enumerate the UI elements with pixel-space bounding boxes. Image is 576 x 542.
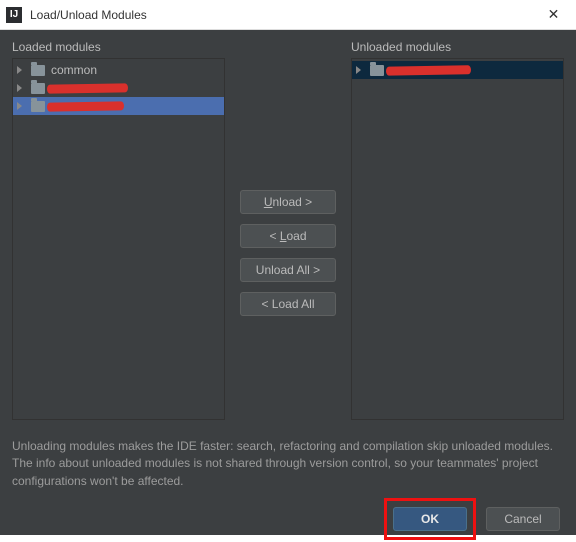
- folder-icon: [31, 101, 45, 112]
- unloaded-tree: singer-service: [352, 59, 563, 81]
- window-title: Load/Unload Modules: [30, 8, 147, 22]
- tree-item[interactable]: pacific-apple: [13, 97, 224, 115]
- tree-item[interactable]: common: [13, 61, 224, 79]
- folder-icon: [31, 83, 45, 94]
- cancel-button[interactable]: Cancel: [486, 507, 560, 531]
- unload-all-button[interactable]: Unload All >: [240, 258, 336, 282]
- dialog-footer: OK Cancel: [12, 490, 564, 542]
- module-name-redacted: singer-service: [390, 64, 465, 76]
- tree-item[interactable]: common-wxx: [13, 79, 224, 97]
- description-text: Unloading modules makes the IDE faster: …: [12, 438, 564, 490]
- unloaded-label: Unloaded modules: [351, 40, 564, 54]
- loaded-panel[interactable]: common common-wxx pacific-apple: [12, 58, 225, 420]
- unloaded-panel[interactable]: singer-service: [351, 58, 564, 420]
- tree-item[interactable]: singer-service: [352, 61, 563, 79]
- load-button[interactable]: < Load: [240, 224, 336, 248]
- module-name-redacted: common-wxx: [51, 82, 122, 94]
- expand-icon: [17, 84, 22, 92]
- unloaded-panel-wrap: Unloaded modules singer-service: [351, 40, 564, 420]
- expand-icon: [17, 102, 22, 110]
- module-name: common: [51, 63, 97, 77]
- transfer-buttons: Unload > < Load Unload All > < Load All: [233, 40, 343, 420]
- loaded-label: Loaded modules: [12, 40, 225, 54]
- module-name-redacted: pacific-apple: [51, 100, 118, 112]
- folder-icon: [31, 65, 45, 76]
- titlebar: IJ Load/Unload Modules ✕: [0, 0, 576, 30]
- dialog-body: Loaded modules common common-wxx: [0, 30, 576, 535]
- ok-button[interactable]: OK: [393, 507, 467, 531]
- app-icon: IJ: [6, 7, 22, 23]
- loaded-panel-wrap: Loaded modules common common-wxx: [12, 40, 225, 420]
- expand-icon: [356, 66, 361, 74]
- folder-icon: [370, 65, 384, 76]
- columns: Loaded modules common common-wxx: [12, 40, 564, 420]
- ok-highlight-box: OK: [384, 498, 476, 540]
- close-icon[interactable]: ✕: [531, 0, 576, 30]
- load-all-button[interactable]: < Load All: [240, 292, 336, 316]
- unload-button[interactable]: Unload >: [240, 190, 336, 214]
- expand-icon: [17, 66, 22, 74]
- loaded-tree: common common-wxx pacific-apple: [13, 59, 224, 117]
